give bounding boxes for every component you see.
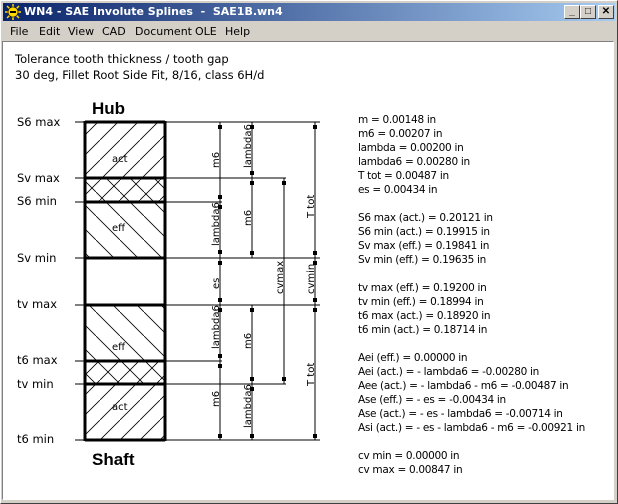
value-line: Aei (eff.) = 0.00000 in xyxy=(358,352,468,364)
dim-label-lambda6-shaft-2: lambda6 xyxy=(243,384,254,428)
dim-label-lambda6-hub-2: lambda6 xyxy=(211,202,222,246)
dim-label-lambda6-shaft: lambda6 xyxy=(211,305,222,349)
value-line: cv min = 0.00000 in xyxy=(358,450,460,462)
dim-label-m6-hub-2: m6 xyxy=(243,210,254,226)
dim-label-m6-shaft: m6 xyxy=(243,333,254,349)
value-line: cv max = 0.00847 in xyxy=(358,464,463,476)
value-line: S6 max (act.) = 0.20121 in xyxy=(358,212,493,224)
zone-label-shaft-eff: eff xyxy=(112,342,126,353)
dim-label-ttot-shaft: T tot xyxy=(306,363,317,387)
value-line: es = 0.00434 in xyxy=(358,184,438,196)
value-line: Aee (act.) = - lambda6 - m6 = -0.00487 i… xyxy=(358,380,569,392)
zone-shaft-overlap-hatch-b xyxy=(86,362,164,384)
value-line: S6 min (act.) = 0.19915 in xyxy=(358,226,490,238)
zone-label-shaft-act: act xyxy=(112,402,128,413)
dim-label-lambda6-hub: lambda6 xyxy=(243,124,254,168)
value-line: Asi (act.) = - es - lambda6 - m6 = -0.00… xyxy=(358,422,585,434)
dim-label-ttot-hub: T tot xyxy=(306,195,317,219)
value-line: lambda = 0.00200 in xyxy=(358,142,464,154)
value-line: T tot = 0.00487 in xyxy=(358,170,449,182)
zone-label-hub-eff: eff xyxy=(112,223,126,234)
value-line: Sv max (eff.) = 0.19841 in xyxy=(358,240,490,252)
value-line: m6 = 0.00207 in xyxy=(358,128,443,140)
zone-hub-overlap-hatch-b xyxy=(86,179,164,202)
value-line: tv min (eff.) = 0.18994 in xyxy=(358,296,484,308)
value-line: tv max (eff.) = 0.19200 in xyxy=(358,282,487,294)
value-line: Sv min (eff.) = 0.19635 in xyxy=(358,254,486,266)
zone-label-hub-act: act xyxy=(112,154,128,165)
value-line: m = 0.00148 in xyxy=(358,114,436,126)
value-line: Ase (act.) = - es - lambda6 = -0.00714 i… xyxy=(358,408,563,420)
value-line: t6 max (act.) = 0.18920 in xyxy=(358,310,491,322)
dimension-ticks xyxy=(218,125,317,438)
value-line: Aei (act.) = - lambda6 = -0.00280 in xyxy=(358,366,539,378)
dim-label-cvmin: cvmin xyxy=(306,264,317,294)
value-line: t6 min (act.) = 0.18714 in xyxy=(358,324,488,336)
dim-label-es: es xyxy=(211,278,222,289)
zone-hub-act-hatch xyxy=(86,123,164,178)
dimension-lines xyxy=(219,122,316,440)
value-line: Ase (eff.) = - es = -0.00434 in xyxy=(358,394,506,406)
dim-label-cvmax: cvmax xyxy=(275,261,286,294)
dim-label-m6-shaft-2: m6 xyxy=(211,391,222,407)
dim-label-m6-hub: m6 xyxy=(211,152,222,168)
value-line: lambda6 = 0.00280 in xyxy=(358,156,470,168)
